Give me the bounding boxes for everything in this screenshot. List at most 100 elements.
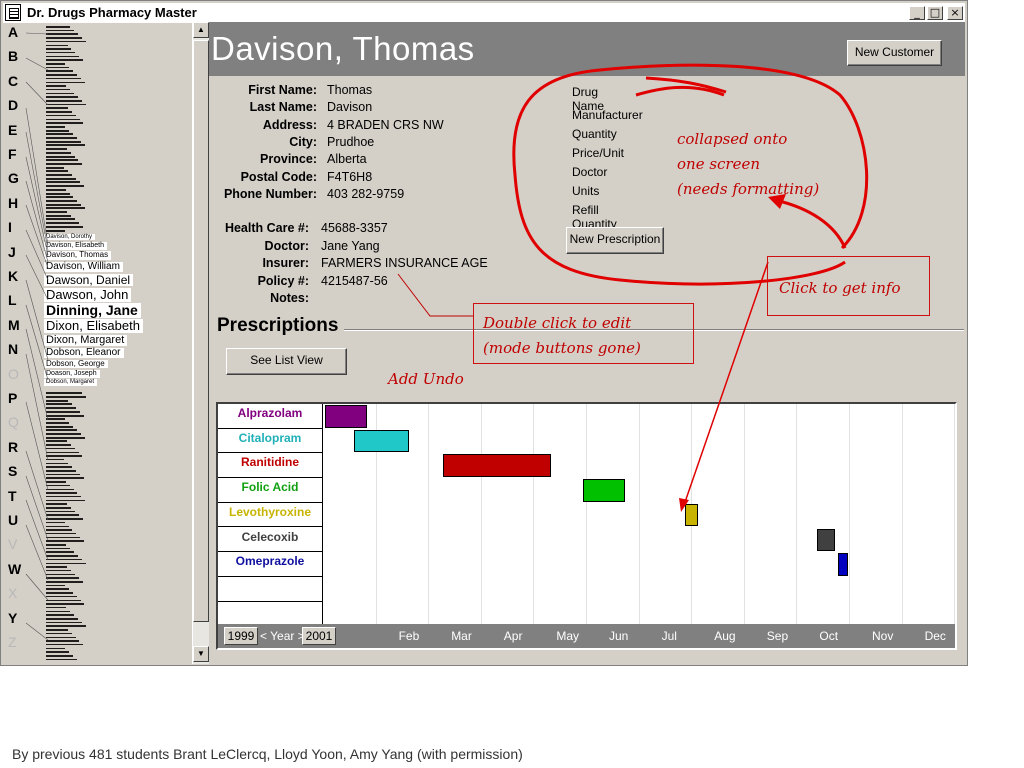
name-list-entry-compressed[interactable] bbox=[46, 129, 70, 132]
name-list-item[interactable]: Davison, William bbox=[44, 261, 123, 273]
name-list-entry-compressed[interactable] bbox=[46, 514, 79, 516]
name-list-entry-compressed[interactable] bbox=[46, 77, 81, 80]
field-value[interactable]: 403 282-9759 bbox=[327, 187, 404, 201]
name-list-entry-compressed[interactable] bbox=[46, 418, 66, 421]
name-list-entry-compressed[interactable] bbox=[46, 510, 75, 513]
index-letter-i[interactable]: I bbox=[8, 219, 12, 235]
name-list-entry-compressed[interactable] bbox=[46, 51, 76, 54]
name-list-item[interactable]: Davison, Thomas bbox=[44, 250, 112, 260]
name-list-entry-compressed[interactable] bbox=[46, 470, 76, 472]
drug-row-celecoxib[interactable]: Celecoxib bbox=[218, 528, 322, 553]
name-list-entry-compressed[interactable] bbox=[46, 199, 78, 202]
index-letter-y[interactable]: Y bbox=[8, 610, 17, 626]
name-list-entry-compressed[interactable] bbox=[46, 125, 66, 128]
name-list-entry-compressed[interactable] bbox=[46, 162, 83, 165]
name-list-entry-compressed[interactable] bbox=[46, 70, 73, 72]
name-list-item[interactable]: Dawson, Daniel bbox=[44, 274, 134, 287]
index-letter-x[interactable]: X bbox=[8, 585, 17, 601]
prev-year-button[interactable]: 1999 bbox=[224, 627, 258, 645]
name-list-entry-compressed[interactable] bbox=[46, 222, 79, 225]
index-letter-l[interactable]: L bbox=[8, 292, 17, 308]
name-list-entry-compressed[interactable] bbox=[46, 540, 85, 542]
name-list-item[interactable]: Dixon, Margaret bbox=[44, 334, 128, 347]
name-list-entry-compressed[interactable] bbox=[46, 203, 82, 206]
name-list-entry-compressed[interactable] bbox=[46, 196, 74, 199]
name-list-entry-compressed[interactable] bbox=[46, 495, 82, 498]
name-list-entry-compressed[interactable] bbox=[46, 599, 81, 601]
index-letter-z[interactable]: Z bbox=[8, 634, 17, 650]
prescription-bar-ranitidine[interactable] bbox=[443, 454, 552, 478]
name-list-entry-compressed[interactable] bbox=[46, 577, 80, 579]
name-list-entry-compressed[interactable] bbox=[46, 433, 81, 435]
name-list-entry-compressed[interactable] bbox=[46, 444, 71, 446]
name-list-entry-compressed[interactable] bbox=[46, 569, 72, 572]
name-list-entry-compressed[interactable] bbox=[46, 455, 83, 457]
health-field-value[interactable]: 45688-3357 bbox=[321, 221, 388, 235]
name-list-entry-compressed[interactable] bbox=[46, 536, 81, 539]
name-list-item[interactable]: Dixon, Elisabeth bbox=[44, 319, 143, 334]
name-list-item[interactable]: Dobson, George bbox=[44, 359, 108, 369]
drug-row-citalopram[interactable]: Citalopram bbox=[218, 429, 322, 454]
name-list-entry-compressed[interactable] bbox=[46, 655, 73, 657]
name-list-entry-compressed[interactable] bbox=[46, 621, 82, 624]
index-letter-o[interactable]: O bbox=[8, 366, 19, 382]
name-list-entry-compressed[interactable] bbox=[46, 462, 69, 465]
name-list-entry-compressed[interactable] bbox=[46, 66, 69, 69]
name-list-entry-compressed[interactable] bbox=[46, 429, 78, 432]
name-list-entry-compressed[interactable] bbox=[46, 507, 71, 509]
scroll-down-button[interactable]: ▼ bbox=[193, 646, 209, 662]
name-list-entry-compressed[interactable] bbox=[46, 573, 76, 576]
name-list-entry-compressed[interactable] bbox=[46, 37, 82, 39]
name-list-item[interactable]: Dawson, John bbox=[44, 288, 132, 302]
name-list-entry-compressed[interactable] bbox=[46, 229, 65, 232]
name-list-entry-compressed[interactable] bbox=[46, 436, 85, 439]
name-list-entry-compressed[interactable] bbox=[46, 399, 68, 402]
drug-row-ranitidine[interactable]: Ranitidine bbox=[218, 453, 322, 479]
name-list-entry-compressed[interactable] bbox=[46, 488, 74, 490]
name-list-item[interactable]: Dobson, Eleanor bbox=[44, 347, 124, 359]
name-list-entry-compressed[interactable] bbox=[46, 447, 75, 450]
name-list-entry-compressed[interactable] bbox=[46, 532, 77, 535]
name-list-entry-compressed[interactable] bbox=[46, 440, 67, 443]
index-letter-g[interactable]: G bbox=[8, 170, 19, 186]
name-list-entry-compressed[interactable] bbox=[46, 33, 78, 35]
index-letter-w[interactable]: W bbox=[8, 561, 21, 577]
name-list-entry-compressed[interactable] bbox=[46, 63, 65, 65]
next-year-button[interactable]: 2001 bbox=[302, 627, 336, 645]
name-list-entry-compressed[interactable] bbox=[46, 111, 72, 113]
name-list-entry-compressed[interactable] bbox=[46, 421, 70, 424]
index-letter-a[interactable]: A bbox=[8, 24, 18, 40]
name-list-entry-compressed[interactable] bbox=[46, 492, 78, 494]
drug-row-alprazolam[interactable]: Alprazolam bbox=[218, 404, 322, 429]
name-list-item[interactable]: Davison, Elisabeth bbox=[44, 242, 107, 250]
name-list-entry-compressed[interactable] bbox=[46, 518, 83, 520]
name-list-entry-compressed[interactable] bbox=[46, 547, 70, 550]
name-list-entry-compressed[interactable] bbox=[46, 211, 67, 213]
name-list-entry-compressed[interactable] bbox=[46, 521, 65, 524]
name-list-entry-compressed[interactable] bbox=[46, 588, 69, 590]
name-list-entry-compressed[interactable] bbox=[46, 133, 74, 136]
name-list-entry-compressed[interactable] bbox=[46, 458, 65, 461]
name-list-entry-compressed[interactable] bbox=[46, 466, 73, 468]
name-list-entry-compressed[interactable] bbox=[46, 48, 72, 50]
field-value[interactable]: 4 BRADEN CRS NW bbox=[327, 118, 444, 132]
name-list-entry-compressed[interactable] bbox=[46, 451, 79, 453]
list-view-button[interactable]: See List View bbox=[226, 348, 347, 375]
prescription-bar-citalopram[interactable] bbox=[353, 429, 410, 453]
index-letter-c[interactable]: C bbox=[8, 73, 18, 89]
index-letter-m[interactable]: M bbox=[8, 317, 20, 333]
name-list-entry-compressed[interactable] bbox=[46, 484, 70, 487]
field-value[interactable]: Davison bbox=[327, 100, 372, 114]
drug-row-folic-acid[interactable]: Folic Acid bbox=[218, 478, 322, 503]
name-list-entry-compressed[interactable] bbox=[46, 148, 67, 151]
index-letter-e[interactable]: E bbox=[8, 122, 17, 138]
name-list-item[interactable]: Doason, Joseph bbox=[44, 370, 100, 378]
name-list-entry-compressed[interactable] bbox=[46, 562, 86, 564]
name-list-entry-compressed[interactable] bbox=[46, 74, 77, 76]
name-list-entry-compressed[interactable] bbox=[46, 632, 72, 635]
name-list-entry-compressed[interactable] bbox=[46, 581, 83, 583]
name-list-entry-compressed[interactable] bbox=[46, 81, 85, 83]
name-list-entry-compressed[interactable] bbox=[46, 425, 74, 428]
name-list-entry-compressed[interactable] bbox=[46, 651, 70, 653]
name-list-entry-compressed[interactable] bbox=[46, 225, 83, 228]
